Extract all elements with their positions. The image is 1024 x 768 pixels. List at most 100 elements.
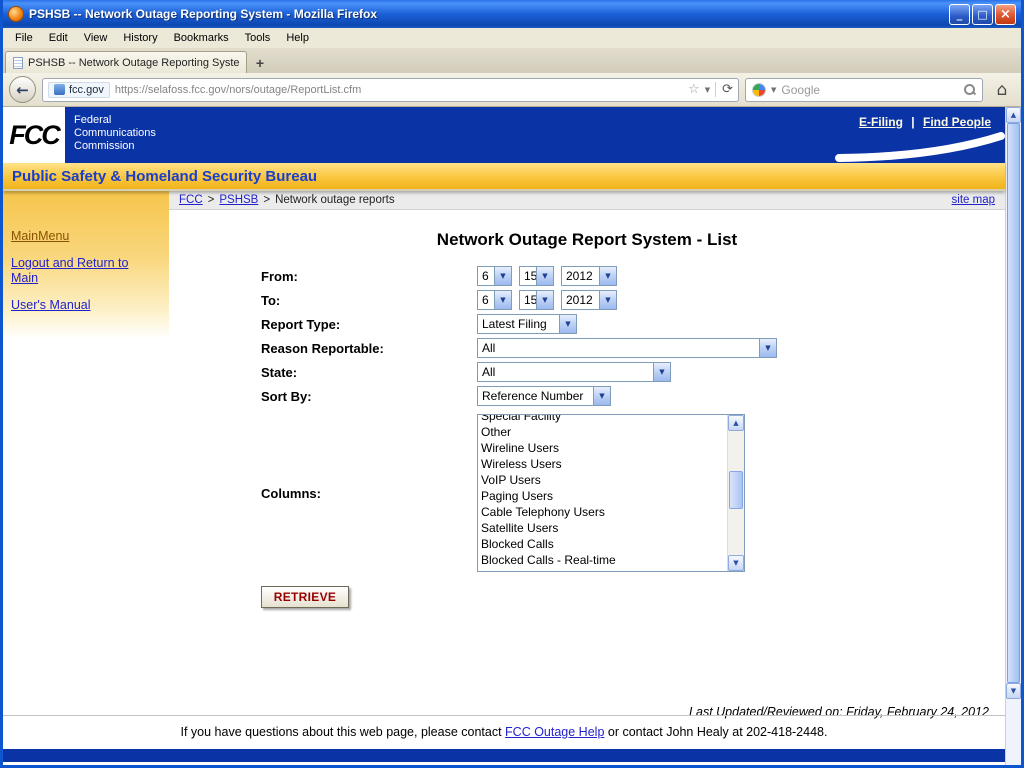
- chevron-down-icon[interactable]: ▼: [559, 315, 576, 333]
- search-box[interactable]: ▼ Google: [745, 78, 983, 102]
- menu-tools[interactable]: Tools: [237, 29, 279, 47]
- chevron-down-icon[interactable]: ▼: [494, 291, 511, 309]
- search-engine-dropdown-icon[interactable]: ▼: [771, 86, 776, 94]
- navigation-toolbar: ← fcc.gov https://selafoss.fcc.gov/nors/…: [3, 73, 1021, 107]
- listbox-option[interactable]: Other: [481, 424, 727, 440]
- chevron-down-icon[interactable]: ▼: [599, 267, 616, 285]
- new-tab-button[interactable]: +: [247, 53, 273, 73]
- scrollbar-thumb[interactable]: [1007, 123, 1020, 683]
- scrollbar-down-icon[interactable]: ▼: [1006, 683, 1021, 699]
- from-day-select[interactable]: 15 ▼: [519, 266, 554, 286]
- listbox-option[interactable]: Wireline Users: [481, 440, 727, 456]
- url-text[interactable]: https://selafoss.fcc.gov/nors/outage/Rep…: [115, 84, 683, 96]
- state-select[interactable]: All ▼: [477, 362, 671, 382]
- fcc-outage-help-link[interactable]: FCC Outage Help: [505, 725, 604, 739]
- close-button[interactable]: ×: [995, 4, 1016, 25]
- url-dropdown-icon[interactable]: ▼: [705, 86, 710, 94]
- chevron-down-icon[interactable]: ▼: [593, 387, 610, 405]
- sidebar-item-mainmenu[interactable]: MainMenu: [11, 229, 157, 244]
- listbox-scrollbar[interactable]: ▲ ▼: [727, 415, 744, 571]
- search-icon[interactable]: [963, 83, 976, 96]
- listbox-option[interactable]: Blocked Calls - Historic: [481, 568, 727, 571]
- listbox-option[interactable]: Special Facility: [481, 414, 727, 424]
- listbox-option[interactable]: Cable Telephony Users: [481, 504, 727, 520]
- listbox-option[interactable]: Blocked Calls - Real-time: [481, 552, 727, 568]
- select-value: 2012: [562, 291, 599, 309]
- browser-window: PSHSB -- Network Outage Reporting System…: [0, 0, 1024, 768]
- chevron-down-icon[interactable]: ▼: [536, 291, 553, 309]
- fcc-header: FCC Federal Communications Commission E-…: [3, 107, 1005, 163]
- listbox-option[interactable]: Wireless Users: [481, 456, 727, 472]
- to-month-select[interactable]: 6 ▼: [477, 290, 512, 310]
- listbox-option[interactable]: Paging Users: [481, 488, 727, 504]
- menu-bookmarks[interactable]: Bookmarks: [166, 29, 237, 47]
- reload-icon[interactable]: ⟳: [715, 82, 733, 97]
- chevron-down-icon[interactable]: ▼: [536, 267, 553, 285]
- retrieve-button[interactable]: RETRIEVE: [261, 586, 349, 608]
- efiling-link[interactable]: E-Filing: [859, 115, 903, 129]
- minimize-button[interactable]: _: [949, 4, 970, 25]
- chevron-down-icon[interactable]: ▼: [653, 363, 670, 381]
- from-label: From:: [169, 269, 477, 284]
- footer-text: If you have questions about this web pag…: [181, 725, 506, 739]
- listbox-option[interactable]: Blocked Calls: [481, 536, 727, 552]
- sort-row: Sort By: Reference Number ▼: [169, 384, 1005, 408]
- menu-file[interactable]: File: [7, 29, 41, 47]
- from-month-select[interactable]: 6 ▼: [477, 266, 512, 286]
- fcc-logo[interactable]: FCC: [3, 107, 65, 163]
- menu-view[interactable]: View: [76, 29, 116, 47]
- scroll-down-icon[interactable]: ▼: [728, 555, 744, 571]
- sort-by-select[interactable]: Reference Number ▼: [477, 386, 611, 406]
- site-icon: [54, 84, 65, 95]
- tab-pshsb[interactable]: PSHSB -- Network Outage Reporting System: [5, 51, 247, 73]
- maximize-button[interactable]: □: [972, 4, 993, 25]
- reason-reportable-select[interactable]: All ▼: [477, 338, 777, 358]
- columns-row: Columns: Special Facility Other Wireline…: [169, 414, 1005, 572]
- search-input[interactable]: Google: [781, 83, 958, 97]
- select-value: 15: [520, 291, 536, 309]
- listbox-option[interactable]: VoIP Users: [481, 472, 727, 488]
- bookmark-star-icon[interactable]: ☆: [688, 82, 700, 97]
- listbox-option[interactable]: Satellite Users: [481, 520, 727, 536]
- scrollbar-up-icon[interactable]: ▲: [1006, 107, 1021, 123]
- sidebar-item-users-manual[interactable]: User's Manual: [11, 298, 157, 313]
- titlebar[interactable]: PSHSB -- Network Outage Reporting System…: [3, 0, 1021, 28]
- columns-listbox[interactable]: Special Facility Other Wireline Users Wi…: [477, 414, 745, 572]
- listbox-scrollbar-thumb[interactable]: [729, 471, 743, 509]
- org-line: Communications: [74, 127, 156, 140]
- org-line: Commission: [74, 140, 156, 153]
- to-year-select[interactable]: 2012 ▼: [561, 290, 617, 310]
- url-bar[interactable]: fcc.gov https://selafoss.fcc.gov/nors/ou…: [42, 78, 739, 102]
- bureau-title: Public Safety & Homeland Security Bureau: [12, 168, 317, 185]
- breadcrumb: FCC > PSHSB > Network outage reports sit…: [169, 191, 1005, 210]
- report-type-row: Report Type: Latest Filing ▼: [169, 312, 1005, 336]
- chevron-down-icon[interactable]: ▼: [599, 291, 616, 309]
- page-footer: If you have questions about this web pag…: [3, 715, 1005, 749]
- to-day-select[interactable]: 15 ▼: [519, 290, 554, 310]
- back-button[interactable]: ←: [9, 76, 36, 103]
- chevron-down-icon[interactable]: ▼: [494, 267, 511, 285]
- header-links: E-Filing | Find People: [859, 115, 991, 129]
- menu-help[interactable]: Help: [278, 29, 317, 47]
- home-button[interactable]: ⌂: [989, 80, 1015, 100]
- site-map-link[interactable]: site map: [952, 194, 995, 206]
- breadcrumb-current: Network outage reports: [275, 194, 395, 206]
- breadcrumb-pshsb[interactable]: PSHSB: [219, 194, 258, 206]
- tab-bar: PSHSB -- Network Outage Reporting System…: [3, 48, 1021, 73]
- site-identity-chip[interactable]: fcc.gov: [48, 82, 110, 98]
- chevron-down-icon[interactable]: ▼: [759, 339, 776, 357]
- report-type-select[interactable]: Latest Filing ▼: [477, 314, 577, 334]
- find-people-link[interactable]: Find People: [923, 115, 991, 129]
- breadcrumb-fcc[interactable]: FCC: [179, 194, 203, 206]
- browser-viewport: FCC Federal Communications Commission E-…: [3, 107, 1021, 765]
- sidebar-item-logout[interactable]: Logout and Return to Main: [11, 256, 157, 286]
- from-year-select[interactable]: 2012 ▼: [561, 266, 617, 286]
- window-controls: _ □ ×: [949, 4, 1016, 25]
- fcc-org-name: Federal Communications Commission: [65, 107, 156, 163]
- scroll-up-icon[interactable]: ▲: [728, 415, 744, 431]
- retrieve-row: RETRIEVE: [169, 586, 1005, 608]
- menu-history[interactable]: History: [115, 29, 165, 47]
- browser-scrollbar[interactable]: ▲ ▼: [1005, 107, 1021, 765]
- window-title: PSHSB -- Network Outage Reporting System…: [29, 7, 944, 21]
- menu-edit[interactable]: Edit: [41, 29, 76, 47]
